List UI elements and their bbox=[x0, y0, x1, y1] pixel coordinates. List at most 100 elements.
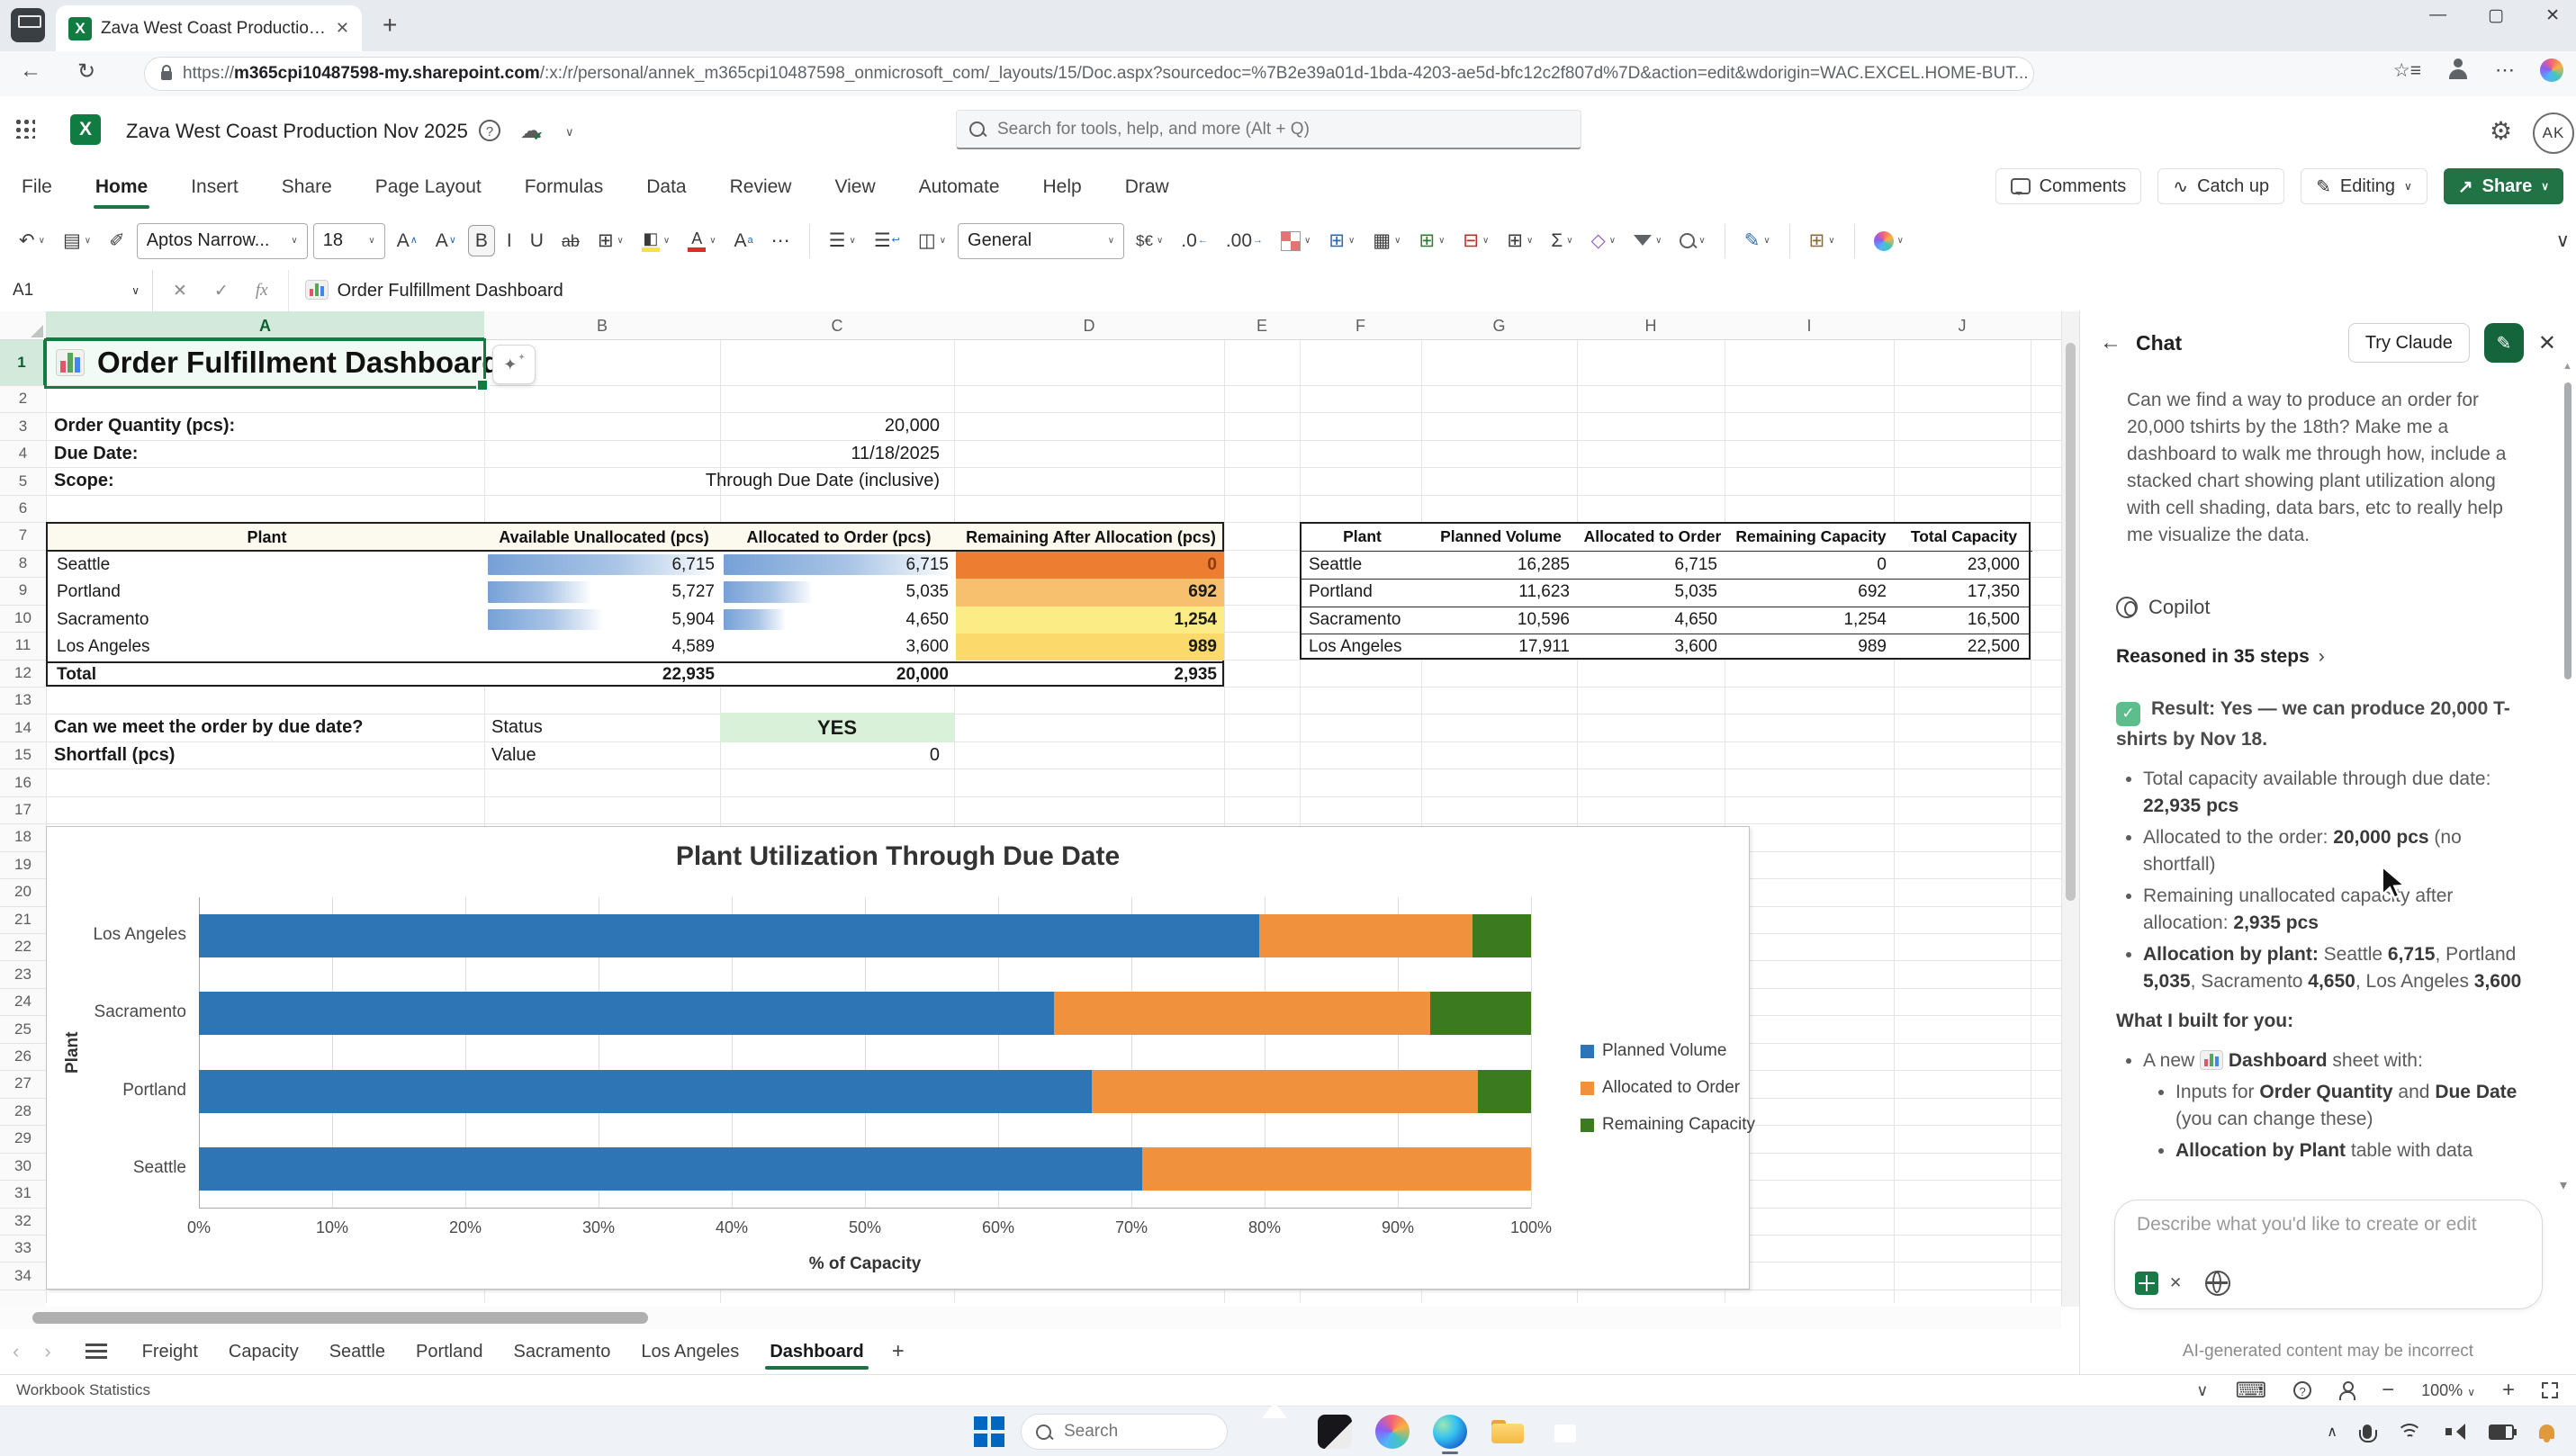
underline-button[interactable]: U bbox=[524, 226, 550, 256]
excel-logo-icon[interactable]: X bbox=[70, 114, 101, 145]
question-status-cell[interactable]: YES bbox=[720, 713, 954, 741]
number-format-select[interactable]: General∨ bbox=[958, 223, 1124, 259]
menu-draw[interactable]: Draw bbox=[1123, 171, 1171, 203]
row-header-11[interactable]: 11 bbox=[0, 632, 46, 659]
enter-icon[interactable]: ✓ bbox=[214, 281, 229, 301]
menu-file[interactable]: File bbox=[20, 171, 54, 203]
insert-function-icon[interactable]: fx bbox=[256, 281, 268, 301]
ink-button[interactable]: ✎∨ bbox=[1738, 226, 1777, 256]
cell-styles-button[interactable]: ▦∨ bbox=[1366, 226, 1407, 256]
available-cell[interactable]: 6,715 bbox=[486, 552, 722, 579]
capacity-allocated-cell[interactable]: 4,650 bbox=[1579, 607, 1726, 634]
selection-handle[interactable] bbox=[476, 379, 489, 391]
total-remaining-cell[interactable]: 2,935 bbox=[956, 661, 1224, 688]
remaining-cell[interactable]: 1,254 bbox=[956, 607, 1224, 634]
browser-copilot-icon[interactable] bbox=[2540, 58, 2563, 82]
row-header-30[interactable]: 30 bbox=[0, 1153, 46, 1180]
capacity-remaining-cell[interactable]: 1,254 bbox=[1726, 607, 1896, 634]
total-label-cell[interactable]: Total bbox=[57, 661, 471, 688]
grow-font-button[interactable]: A∧ bbox=[391, 226, 424, 256]
strikethrough-button[interactable]: ab bbox=[555, 228, 586, 255]
address-bar[interactable]: https://m365cpi10487598-my.sharepoint.co… bbox=[144, 57, 2034, 91]
vertical-scrollbar-thumb[interactable] bbox=[2066, 343, 2076, 901]
favorites-hub-icon[interactable]: ☆≡ bbox=[2393, 59, 2421, 82]
tab-close-icon[interactable]: ✕ bbox=[336, 19, 349, 38]
zoom-out-icon[interactable]: − bbox=[2382, 1378, 2394, 1403]
copilot-button[interactable]: ∨ bbox=[1868, 226, 1910, 256]
allocated-cell[interactable]: 4,650 bbox=[722, 607, 956, 634]
spreadsheet-grid[interactable]: ABCDEFGHIJ123456789101112131415161718192… bbox=[0, 311, 2061, 1307]
plant-cell[interactable]: Los Angeles bbox=[57, 634, 471, 661]
row-header-8[interactable]: 8 bbox=[0, 550, 46, 577]
autosave-cloud-icon[interactable]: ☁✓ bbox=[520, 118, 553, 144]
row-header-20[interactable]: 20 bbox=[0, 878, 46, 905]
info-label[interactable]: Order Quantity (pcs): bbox=[54, 412, 235, 439]
menu-formulas[interactable]: Formulas bbox=[523, 171, 606, 203]
all-sheets-icon[interactable] bbox=[86, 1344, 107, 1360]
row-header-12[interactable]: 12 bbox=[0, 660, 46, 687]
menu-data[interactable]: Data bbox=[644, 171, 688, 203]
italic-button[interactable]: I bbox=[500, 226, 518, 256]
sort-filter-button[interactable]: ∨ bbox=[1627, 226, 1668, 256]
menu-home[interactable]: Home bbox=[94, 171, 149, 203]
capacity-table[interactable]: PlantPlanned VolumeAllocated to OrderRem… bbox=[1300, 522, 2031, 659]
reasoning-summary[interactable]: Reasoned in 35 steps› bbox=[2116, 643, 2523, 670]
menu-insert[interactable]: Insert bbox=[189, 171, 240, 203]
more-font-options-button[interactable]: ⋯ bbox=[765, 226, 797, 256]
row-header-27[interactable]: 27 bbox=[0, 1070, 46, 1097]
microphone-icon[interactable] bbox=[2363, 1425, 2372, 1439]
dark-app-icon[interactable] bbox=[1318, 1415, 1352, 1449]
currency-button[interactable]: $€∨ bbox=[1130, 228, 1169, 254]
question-label[interactable]: Can we meet the order by due date? bbox=[54, 714, 363, 741]
ribbon-collapse-button[interactable]: ∨ bbox=[2550, 226, 2576, 256]
available-cell[interactable]: 5,727 bbox=[486, 579, 722, 606]
allocated-cell[interactable]: 6,715 bbox=[722, 552, 956, 579]
privacy-shield-icon[interactable]: ? bbox=[479, 120, 500, 141]
question-key[interactable]: Status bbox=[491, 714, 543, 741]
battery-icon[interactable] bbox=[2489, 1425, 2514, 1440]
total-allocated-cell[interactable]: 20,000 bbox=[722, 661, 956, 688]
capacity-total-cell[interactable]: 23,000 bbox=[1896, 552, 2029, 579]
row-header-2[interactable]: 2 bbox=[0, 385, 46, 412]
clear-button[interactable]: ◇∨ bbox=[1585, 226, 1622, 256]
column-header-A[interactable]: A bbox=[46, 311, 484, 340]
accessibility-icon[interactable] bbox=[2338, 1381, 2355, 1399]
chat-scrollbar-thumb[interactable] bbox=[2564, 382, 2571, 679]
name-box[interactable]: A1∨ bbox=[0, 270, 153, 311]
comments-button[interactable]: Comments bbox=[1995, 168, 2142, 204]
sheet-tab-freight[interactable]: Freight bbox=[127, 1333, 213, 1371]
wifi-icon[interactable] bbox=[2397, 1424, 2420, 1440]
browser-profile-icon[interactable] bbox=[2446, 58, 2470, 82]
help-icon[interactable]: ? bbox=[2293, 1381, 2311, 1399]
row-header-19[interactable]: 19 bbox=[0, 851, 46, 878]
capacity-planned-cell[interactable]: 10,596 bbox=[1423, 607, 1579, 634]
bold-button[interactable]: B bbox=[468, 225, 495, 256]
app-search-box[interactable] bbox=[956, 110, 1581, 149]
menu-page-layout[interactable]: Page Layout bbox=[374, 171, 483, 203]
capacity-planned-cell[interactable]: 17,911 bbox=[1423, 634, 1579, 661]
row-header-14[interactable]: 14 bbox=[0, 714, 46, 741]
sheet-nav-next-icon[interactable]: › bbox=[32, 1340, 63, 1363]
total-available-cell[interactable]: 22,935 bbox=[486, 661, 722, 688]
column-header-I[interactable]: I bbox=[1725, 311, 1894, 340]
row-header-18[interactable]: 18 bbox=[0, 823, 46, 850]
window-close-icon[interactable]: ✕ bbox=[2545, 5, 2560, 26]
capacity-total-cell[interactable]: 16,500 bbox=[1896, 607, 2029, 634]
editing-mode-button[interactable]: ✎Editing∨ bbox=[2301, 168, 2427, 204]
column-header-B[interactable]: B bbox=[484, 311, 720, 340]
row-header-17[interactable]: 17 bbox=[0, 796, 46, 823]
wrap-text-button[interactable]: ☰↩ bbox=[868, 226, 906, 256]
refresh-icon[interactable]: ↻ bbox=[77, 58, 95, 85]
menu-share[interactable]: Share bbox=[280, 171, 334, 203]
plant-cell[interactable]: Seattle bbox=[57, 552, 471, 579]
column-header-C[interactable]: C bbox=[720, 311, 954, 340]
column-header-H[interactable]: H bbox=[1577, 311, 1725, 340]
horizontal-scrollbar-thumb[interactable] bbox=[32, 1312, 648, 1324]
row-header-7[interactable]: 7 bbox=[0, 522, 46, 549]
tray-expand-icon[interactable]: ∧ bbox=[2327, 1423, 2337, 1441]
search-input[interactable] bbox=[995, 119, 1568, 140]
decrease-decimal-button[interactable]: .0← bbox=[1175, 226, 1214, 256]
fill-color-button[interactable]: ◧∨ bbox=[635, 225, 676, 257]
plant-cell[interactable]: Sacramento bbox=[57, 607, 471, 634]
workbook-statistics-button[interactable]: Workbook Statistics bbox=[16, 1381, 150, 1399]
